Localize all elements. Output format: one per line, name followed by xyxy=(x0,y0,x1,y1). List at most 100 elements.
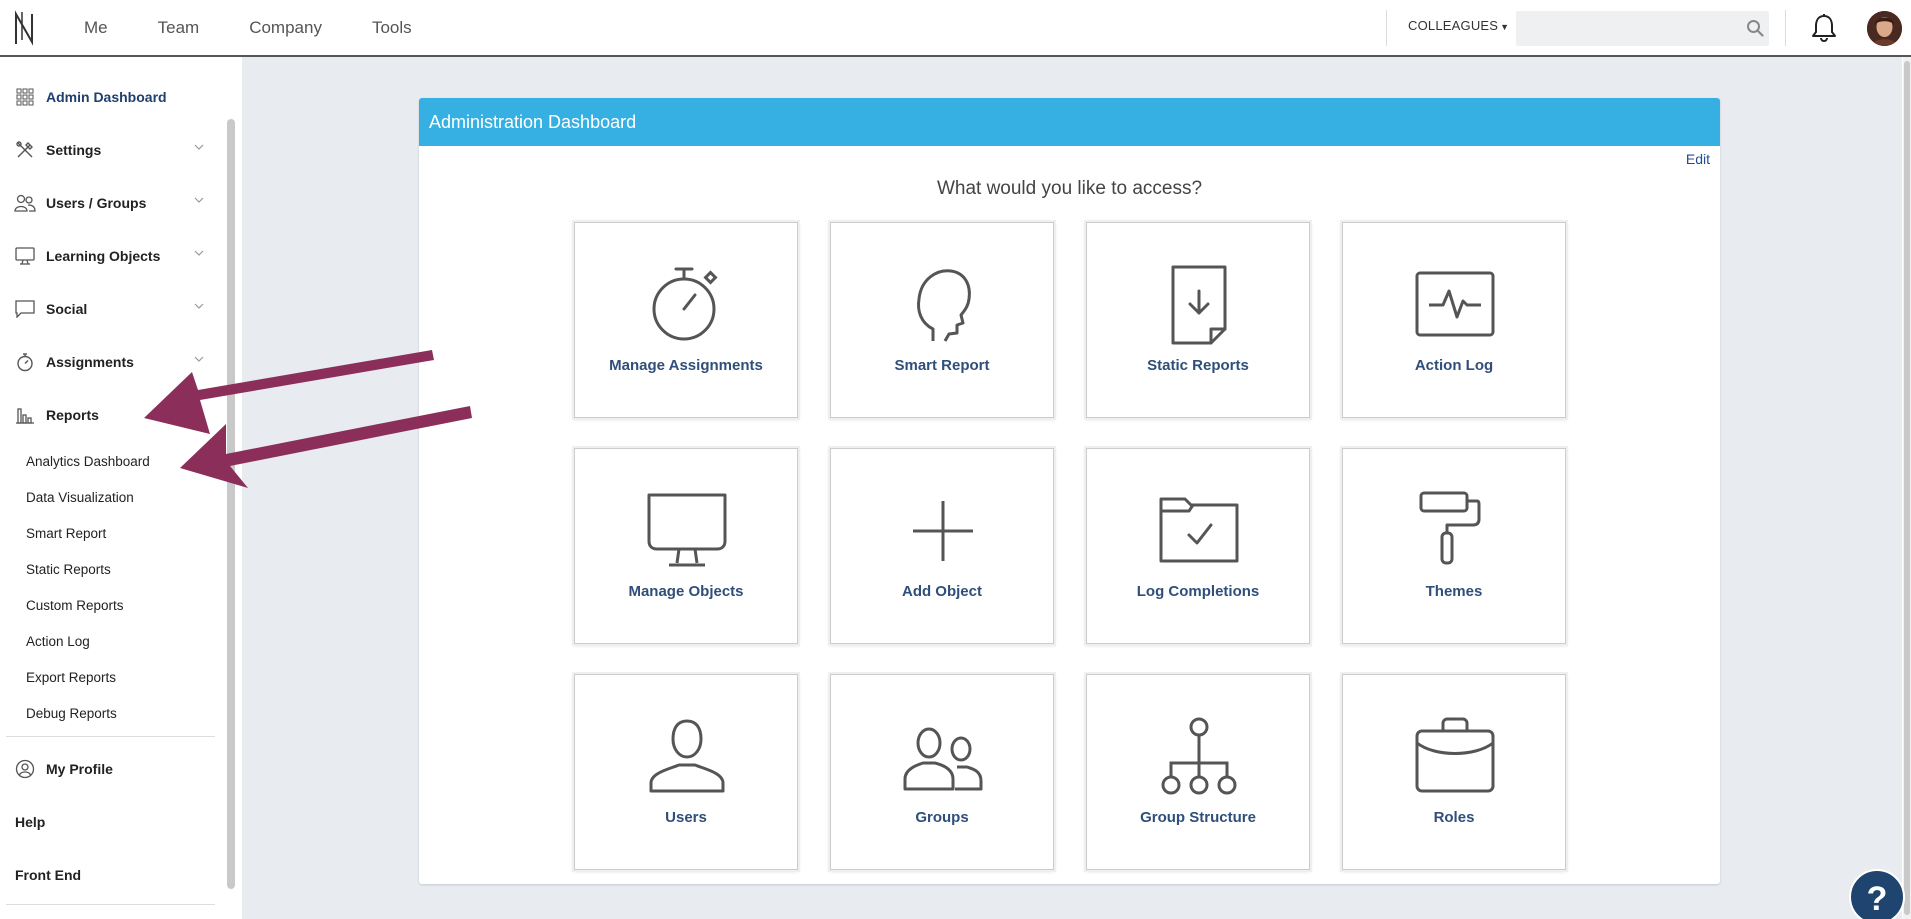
search-icon[interactable] xyxy=(1746,19,1764,37)
folder-check-icon xyxy=(1159,497,1239,563)
paint-roller-icon xyxy=(1419,491,1481,565)
chevron-down-icon xyxy=(194,144,204,150)
document-download-icon xyxy=(1171,265,1227,345)
logo-icon[interactable] xyxy=(12,10,40,46)
tile-label: Group Structure xyxy=(1140,809,1256,826)
grid-icon xyxy=(14,86,36,108)
tile-group-structure[interactable]: Group Structure xyxy=(1086,674,1310,870)
tile-manage-assignments[interactable]: Manage Assignments xyxy=(574,222,798,418)
tile-themes[interactable]: Themes xyxy=(1342,448,1566,644)
chevron-down-icon xyxy=(194,303,204,309)
sidebar-item-assignments[interactable]: Assignments xyxy=(0,342,215,382)
sidebar-item-label: Users / Groups xyxy=(46,195,147,211)
nav-tools[interactable]: Tools xyxy=(372,18,412,38)
access-question: What would you like to access? xyxy=(936,178,1203,199)
sidebar-item-front-end[interactable]: Front End xyxy=(15,867,81,883)
head-icon xyxy=(917,269,971,342)
sidebar-item-learning-objects[interactable]: Learning Objects xyxy=(0,236,215,276)
tile-log-completions[interactable]: Log Completions xyxy=(1086,448,1310,644)
sidebar-item-settings[interactable]: Settings xyxy=(0,130,215,170)
sidebar-item-social[interactable]: Social xyxy=(0,289,215,329)
sidebar-divider xyxy=(6,736,215,737)
tile-label: Users xyxy=(665,809,707,826)
edit-link[interactable]: Edit xyxy=(1686,151,1710,167)
user-icon xyxy=(649,719,725,793)
colleagues-dropdown[interactable]: COLLEAGUES ▼ xyxy=(1408,18,1509,33)
stopwatch-icon xyxy=(652,267,718,341)
help-button[interactable]: ? xyxy=(1849,869,1905,919)
tile-label: Action Log xyxy=(1414,357,1494,374)
tile-label: Smart Report xyxy=(894,357,990,374)
group-icon xyxy=(903,727,983,791)
nav-company[interactable]: Company xyxy=(249,18,322,38)
sidebar: Admin Dashboard Settings Users / Groups … xyxy=(0,57,240,919)
tile-label: Log Completions xyxy=(1136,583,1260,600)
panel-header: Administration Dashboard xyxy=(419,98,1720,146)
sidebar-scrollbar[interactable] xyxy=(227,119,235,889)
sidebar-subitem-analytics-dashboard[interactable]: Analytics Dashboard xyxy=(26,454,150,469)
top-bar: Me Team Company Tools COLLEAGUES ▼ xyxy=(0,0,1911,57)
tile-label: Groups xyxy=(915,809,969,826)
tile-add-object[interactable]: Add Object xyxy=(830,448,1054,644)
chevron-down-icon xyxy=(194,356,204,362)
sidebar-item-label: Social xyxy=(46,301,88,317)
sidebar-subitem-action-log[interactable]: Action Log xyxy=(26,634,90,649)
sidebar-item-admin-dashboard[interactable]: Admin Dashboard xyxy=(0,77,215,117)
profile-icon xyxy=(14,758,36,780)
bar-chart-icon xyxy=(14,404,36,426)
tile-static-reports[interactable]: Static Reports xyxy=(1086,222,1310,418)
sidebar-subitem-static-reports[interactable]: Static Reports xyxy=(26,562,111,577)
tile-smart-report[interactable]: Smart Report xyxy=(830,222,1054,418)
caret-down-icon: ▼ xyxy=(1500,22,1510,32)
nav-me[interactable]: Me xyxy=(84,18,108,38)
sidebar-item-label: Reports xyxy=(46,407,99,423)
chevron-down-icon xyxy=(194,197,204,203)
stopwatch-icon xyxy=(14,351,36,373)
sidebar-item-help[interactable]: Help xyxy=(15,814,45,830)
search-input[interactable] xyxy=(1516,11,1769,46)
admin-dashboard-panel: Administration Dashboard Edit What would… xyxy=(419,98,1720,884)
tile-label: Manage Assignments xyxy=(609,357,763,374)
sidebar-item-users-groups[interactable]: Users / Groups xyxy=(0,183,215,223)
divider xyxy=(1386,10,1387,46)
scrollbar-thumb[interactable] xyxy=(1904,61,1910,915)
sidebar-item-reports[interactable]: Reports xyxy=(0,395,215,435)
bell-icon[interactable] xyxy=(1810,13,1838,43)
sidebar-subitem-debug-reports[interactable]: Debug Reports xyxy=(26,706,117,721)
avatar[interactable] xyxy=(1867,11,1902,46)
sidebar-item-my-profile[interactable]: My Profile xyxy=(0,749,215,789)
briefcase-icon xyxy=(1415,717,1495,793)
tile-roles[interactable]: Roles xyxy=(1342,674,1566,870)
tile-users[interactable]: Users xyxy=(574,674,798,870)
tile-label: Static Reports xyxy=(1147,357,1249,374)
tile-label: Manage Objects xyxy=(628,583,744,600)
hierarchy-icon xyxy=(1161,717,1237,795)
sidebar-divider xyxy=(6,904,215,905)
monitor-icon xyxy=(14,245,36,267)
plus-icon xyxy=(913,501,973,561)
monitor-icon xyxy=(647,493,727,567)
chevron-down-icon xyxy=(194,250,204,256)
sidebar-subitem-custom-reports[interactable]: Custom Reports xyxy=(26,598,124,613)
divider xyxy=(1785,10,1786,46)
page-scrollbar[interactable] xyxy=(1903,57,1911,919)
sidebar-item-label: Settings xyxy=(46,142,102,158)
tile-groups[interactable]: Groups xyxy=(830,674,1054,870)
users-icon xyxy=(14,192,36,214)
sidebar-subitem-data-visualization[interactable]: Data Visualization xyxy=(26,490,134,505)
panel-title: Administration Dashboard xyxy=(429,111,637,132)
sidebar-subitem-export-reports[interactable]: Export Reports xyxy=(26,670,116,685)
nav-team[interactable]: Team xyxy=(158,18,200,38)
sidebar-item-label: Assignments xyxy=(46,354,134,370)
top-nav: Me Team Company Tools xyxy=(84,0,462,55)
tools-icon xyxy=(14,139,36,161)
tile-label: Themes xyxy=(1425,583,1483,600)
colleagues-label: COLLEAGUES xyxy=(1408,18,1499,33)
tile-label: Add Object xyxy=(901,583,982,600)
speech-bubble-icon xyxy=(14,298,36,320)
sidebar-subitem-smart-report[interactable]: Smart Report xyxy=(26,526,106,541)
tile-label: Roles xyxy=(1433,809,1475,826)
tile-action-log[interactable]: Action Log xyxy=(1342,222,1566,418)
sidebar-item-label: My Profile xyxy=(46,761,113,777)
tile-manage-objects[interactable]: Manage Objects xyxy=(574,448,798,644)
